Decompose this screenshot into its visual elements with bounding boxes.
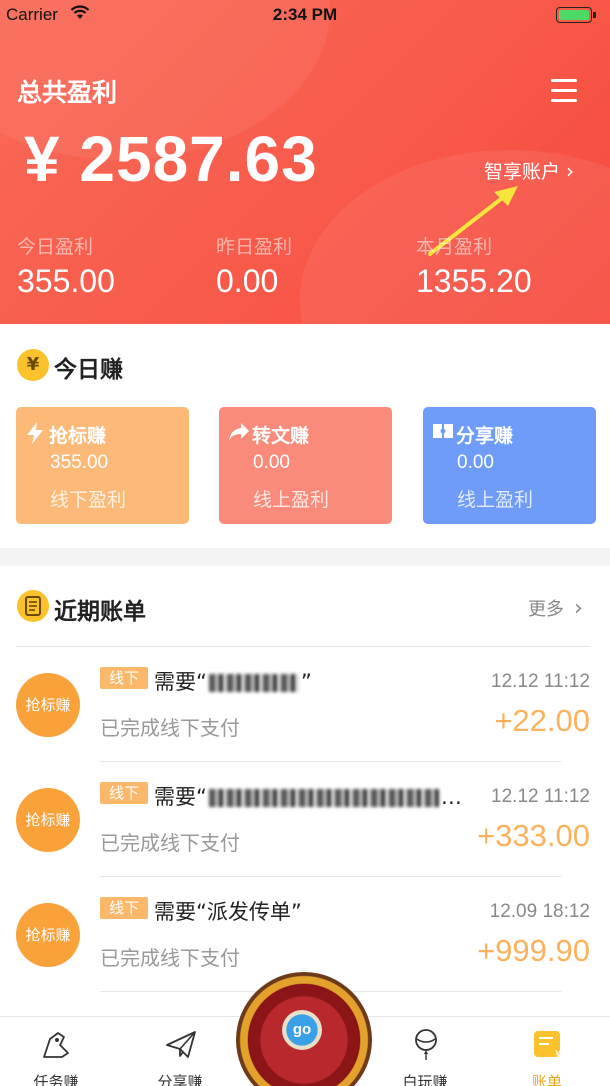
today-earn-title: 今日赚 xyxy=(54,357,123,383)
bill-title-suffix: ” xyxy=(300,670,312,694)
bill-amount: +22.00 xyxy=(494,703,590,738)
bill-time: 12.09 18:12 xyxy=(489,901,590,922)
stat-today-value: 355.00 xyxy=(17,263,115,299)
tab-share-earn[interactable]: 分享赚 xyxy=(130,1017,230,1086)
tab-label: 白玩赚 xyxy=(402,1073,448,1086)
redacted-text xyxy=(208,674,299,692)
offline-tag: 线下 xyxy=(100,897,148,919)
svg-text:¥: ¥ xyxy=(555,1049,561,1060)
bill-type-badge: 抢标赚 xyxy=(16,788,80,852)
redacted-text xyxy=(208,789,439,807)
more-label: 更多 xyxy=(528,599,564,620)
earnings-header: Carrier 2:34 PM 总共盈利 ¥ 2587.63 智享账户 › 今日… xyxy=(0,0,610,324)
tab-label: 分享赚 xyxy=(157,1073,203,1086)
card-bid-earn[interactable]: 抢标赚 355.00 线下盈利 xyxy=(16,407,189,524)
tab-task-earn[interactable]: 任务赚 xyxy=(6,1017,106,1086)
stat-month-value: 1355.20 xyxy=(416,263,532,299)
status-time: 2:34 PM xyxy=(272,5,338,24)
bill-time: 12.12 11:12 xyxy=(491,671,590,692)
more-bills-link[interactable]: 更多 › xyxy=(528,595,583,621)
card-share-earn[interactable]: 分享赚 0.00 线上盈利 xyxy=(423,407,596,524)
stat-yesterday-value: 0.00 xyxy=(216,263,279,299)
bill-type-badge: 抢标赚 xyxy=(16,673,80,737)
tab-label: 账单 xyxy=(531,1073,562,1086)
card-value: 0.00 xyxy=(253,452,290,473)
bill-amount: +333.00 xyxy=(477,818,590,853)
section-divider xyxy=(0,548,610,566)
tab-label: 任务赚 xyxy=(33,1073,79,1086)
card-repost-earn[interactable]: 转文赚 0.00 线上盈利 xyxy=(219,407,392,524)
card-title: 抢标赚 xyxy=(49,425,107,447)
stat-month-label: 本月盈利 xyxy=(416,236,493,258)
yen-coin-icon: ¥ xyxy=(17,349,49,381)
bill-title-prefix: 需要“ xyxy=(154,670,207,694)
tab-free-play-earn[interactable]: 白玩赚 xyxy=(375,1017,475,1086)
bill-status: 已完成线下支付 xyxy=(100,946,240,970)
menu-icon[interactable] xyxy=(551,79,577,103)
stat-today-label: 今日盈利 xyxy=(17,236,94,258)
recent-bills-title: 近期账单 xyxy=(54,599,146,625)
bill-title: 需要“ ” xyxy=(154,666,312,696)
card-value: 0.00 xyxy=(457,452,494,473)
bill-status: 已完成线下支付 xyxy=(100,716,240,740)
stat-month: 本月盈利 1355.20 xyxy=(416,232,532,300)
ticket-icon xyxy=(433,424,453,438)
bill-time: 12.12 11:12 xyxy=(491,786,590,807)
lightning-icon xyxy=(27,422,43,444)
forward-arrow-icon xyxy=(229,423,249,441)
stat-yesterday: 昨日盈利 0.00 xyxy=(216,232,292,300)
card-value: 355.00 xyxy=(50,452,109,473)
bill-doc-icon xyxy=(17,590,49,622)
card-title: 转文赚 xyxy=(252,425,310,447)
card-subtitle: 线上盈利 xyxy=(253,489,330,511)
offline-tag: 线下 xyxy=(100,782,148,804)
bill-row[interactable]: 抢标赚 线下 需要“ ” 12.12 11:12 已完成线下支付 +22.00 xyxy=(0,647,610,762)
earn-cards: 抢标赚 355.00 线下盈利 转文赚 0.00 线上盈利 分享赚 0.00 线… xyxy=(16,407,596,524)
chevron-right-icon: › xyxy=(566,158,575,183)
stat-yesterday-label: 昨日盈利 xyxy=(216,236,293,258)
bill-amount: +999.90 xyxy=(477,933,590,968)
total-profit-amount: ¥ 2587.63 xyxy=(24,123,318,195)
task-icon xyxy=(43,1032,69,1058)
bill-type-badge: 抢标赚 xyxy=(16,903,80,967)
chevron-right-icon: › xyxy=(574,595,583,621)
bill-icon: ¥ xyxy=(534,1031,561,1060)
bill-title-prefix: 需要“ xyxy=(154,785,207,809)
status-bar: Carrier 2:34 PM xyxy=(0,0,610,30)
bill-row[interactable]: 抢标赚 线下 需要“ … 12.12 11:12 已完成线下支付 +333.00 xyxy=(0,762,610,877)
battery-icon xyxy=(556,7,596,23)
paper-plane-icon xyxy=(166,1031,196,1058)
tab-bills[interactable]: ¥ 账单 xyxy=(497,1017,597,1086)
balloon-icon xyxy=(415,1029,437,1060)
card-title: 分享赚 xyxy=(456,425,514,447)
go-label: go xyxy=(282,1010,322,1050)
bill-title: 需要“派发传单” xyxy=(154,900,302,924)
stat-today: 今日盈利 355.00 xyxy=(17,232,115,300)
card-subtitle: 线上盈利 xyxy=(457,489,534,511)
bill-title: 需要“ … xyxy=(154,781,462,811)
total-profit-label: 总共盈利 xyxy=(17,78,118,107)
bill-title-suffix: … xyxy=(440,785,462,809)
bill-status: 已完成线下支付 xyxy=(100,831,240,855)
offline-tag: 线下 xyxy=(100,667,148,689)
card-subtitle: 线下盈利 xyxy=(50,489,127,511)
